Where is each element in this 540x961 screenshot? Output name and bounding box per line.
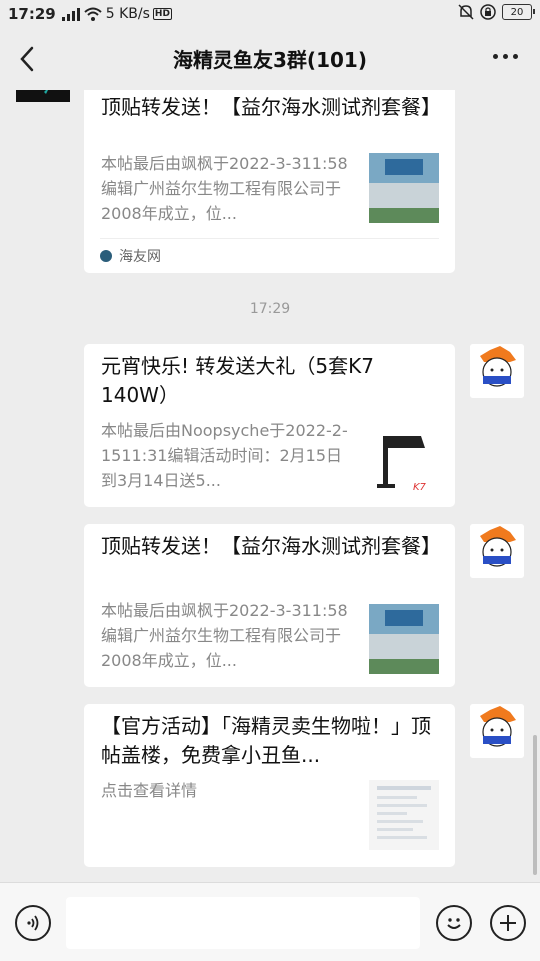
status-icons — [61, 7, 102, 21]
avatar[interactable] — [470, 344, 524, 398]
avatar[interactable] — [16, 90, 70, 102]
message-card[interactable]: 【官方活动】「海精灵卖生物啦！」顶帖盖楼，免费拿小丑鱼... 点击查看详情 — [84, 704, 455, 867]
signal-icon — [61, 8, 80, 21]
message-card[interactable]: 顶贴转发送！【益尔海水测试剂套餐】 本帖最后由飒枫于2022-3-311:58编… — [84, 90, 455, 273]
status-right: 20 — [458, 4, 535, 20]
chat-area[interactable]: 顶贴转发送！【益尔海水测试剂套餐】 本帖最后由飒枫于2022-3-311:58编… — [0, 90, 540, 882]
thumbnail-image — [369, 153, 439, 223]
status-time: 17:29 — [8, 5, 56, 23]
emoji-button[interactable] — [436, 905, 472, 941]
source-logo-icon — [100, 250, 112, 262]
message-title: 顶贴转发送！【益尔海水测试剂套餐】 — [101, 95, 441, 119]
status-bar: 17:29 5 KB/s HD 20 — [0, 0, 540, 28]
thumbnail-image — [369, 780, 439, 850]
network-speed: 5 KB/s — [105, 6, 150, 22]
more-dots-icon — [493, 54, 498, 59]
message-title: 【官方活动】「海精灵卖生物啦！」顶帖盖楼，免费拿小丑鱼... — [101, 714, 431, 767]
header: 海精灵鱼友3群(101) — [0, 28, 540, 90]
battery-icon: 20 — [502, 4, 535, 20]
scrollbar[interactable] — [533, 735, 537, 875]
message-desc: 本帖最后由飒枫于2022-3-311:58编辑广州益尔生物工程有限公司于2008… — [101, 154, 348, 223]
voice-icon — [27, 915, 39, 931]
avatar-cartoon-icon — [470, 704, 524, 758]
wifi-icon — [84, 7, 102, 21]
lock-icon — [480, 4, 496, 20]
avatar-cartoon-icon — [470, 524, 524, 578]
message-title: 顶贴转发送！【益尔海水测试剂套餐】 — [101, 534, 441, 558]
message-title: 元宵快乐! 转发送大礼（5套K7 140W） — [101, 354, 374, 407]
message-desc: 本帖最后由Noopsyche于2022-2-1511:31编辑活动时间：2月15… — [101, 421, 348, 490]
plus-icon — [500, 915, 516, 931]
chat-title: 海精灵鱼友3群(101) — [173, 48, 367, 72]
avatar[interactable] — [470, 524, 524, 578]
plus-button[interactable] — [490, 905, 526, 941]
source-name: 海友网 — [119, 249, 161, 265]
input-bar — [0, 882, 540, 961]
svg-text:K7: K7 — [413, 482, 427, 493]
more-button[interactable] — [493, 54, 518, 59]
hd-badge: HD — [152, 8, 172, 20]
battery-level: 20 — [510, 6, 524, 18]
avatar-cartoon-icon — [470, 344, 524, 398]
emoji-icon — [447, 918, 461, 929]
message-card[interactable]: 顶贴转发送！【益尔海水测试剂套餐】 本帖最后由飒枫于2022-3-311:58编… — [84, 524, 455, 687]
thumbnail-image: K7 — [369, 428, 439, 498]
avatar[interactable] — [470, 704, 524, 758]
message-desc: 本帖最后由飒枫于2022-3-311:58编辑广州益尔生物工程有限公司于2008… — [101, 601, 348, 670]
avatar-icon — [16, 90, 70, 102]
mute-bell-icon — [458, 4, 474, 20]
thumbnail-image — [369, 604, 439, 674]
message-desc: 点击查看详情 — [101, 781, 198, 800]
message-source: 海友网 — [100, 238, 439, 273]
message-timestamp: 17:29 — [249, 301, 291, 317]
message-input[interactable] — [66, 897, 420, 949]
voice-button[interactable] — [15, 905, 51, 941]
message-card[interactable]: 元宵快乐! 转发送大礼（5套K7 140W） 本帖最后由Noopsyche于20… — [84, 344, 455, 507]
